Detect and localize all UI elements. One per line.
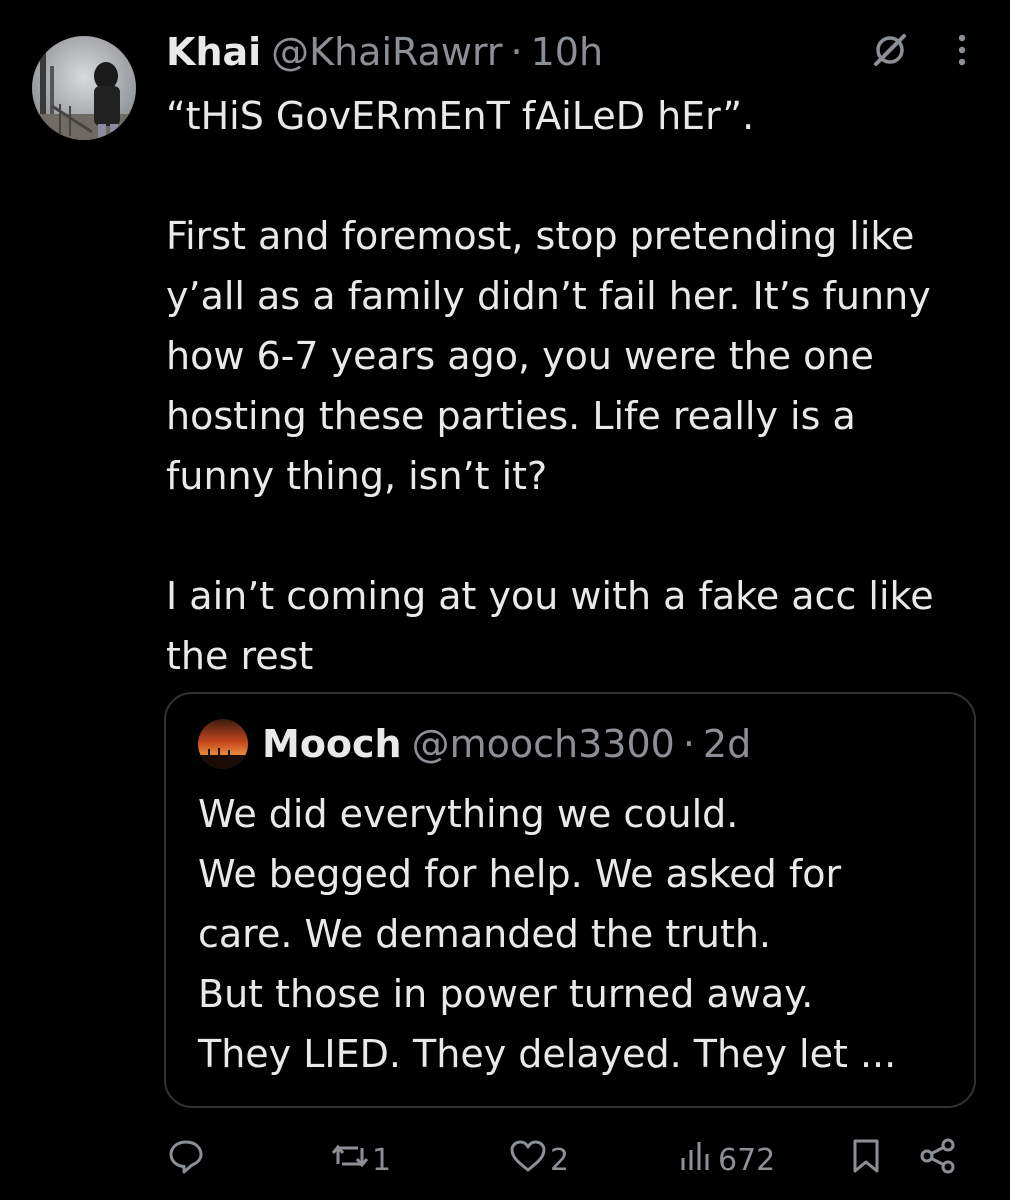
separator-dot: · — [510, 30, 523, 74]
views-icon — [676, 1136, 716, 1184]
reply-icon — [166, 1136, 206, 1184]
quoted-author-avatar[interactable] — [198, 719, 248, 769]
share-button[interactable] — [918, 1132, 958, 1188]
more-vertical-icon[interactable] — [954, 30, 970, 70]
bookmark-button[interactable] — [846, 1132, 886, 1188]
quoted-author-handle[interactable]: @mooch3300 — [412, 722, 675, 766]
author-handle[interactable]: @KhaiRawrr — [271, 30, 502, 74]
quoted-tweet-time[interactable]: 2d — [703, 722, 751, 766]
quoted-author-name[interactable]: Mooch — [262, 722, 402, 766]
like-button[interactable]: 2 — [508, 1132, 569, 1188]
tweet-time[interactable]: 10h — [531, 30, 603, 74]
retweet-count: 1 — [372, 1142, 392, 1178]
like-icon — [508, 1136, 548, 1184]
retweet-icon — [330, 1136, 370, 1184]
quoted-tweet-header: Mooch @mooch3300 · 2d — [198, 716, 751, 772]
bookmark-icon — [846, 1136, 886, 1184]
share-icon — [918, 1136, 958, 1184]
reply-button[interactable] — [166, 1132, 208, 1188]
tweet-top-actions — [870, 30, 970, 70]
grok-icon[interactable] — [870, 30, 910, 70]
retweet-button[interactable]: 1 — [330, 1132, 391, 1188]
quoted-tweet-card[interactable]: Mooch @mooch3300 · 2d We did everything … — [164, 692, 976, 1108]
author-avatar[interactable] — [32, 36, 136, 140]
views-button[interactable]: 672 — [676, 1132, 775, 1188]
quoted-tweet-text: We did everything we could. We begged fo… — [198, 792, 897, 1076]
quoted-separator-dot: · — [682, 722, 695, 766]
tweet-action-bar: 1 2 672 — [0, 1132, 1010, 1188]
author-name[interactable]: Khai — [166, 30, 261, 74]
like-count: 2 — [550, 1142, 570, 1178]
views-count: 672 — [718, 1142, 776, 1178]
tweet-text: “tHiS GovERmEnT fAiLeD hEr”. First and f… — [166, 94, 934, 678]
tweet-header: Khai @KhaiRawrr · 10h — [166, 24, 603, 80]
